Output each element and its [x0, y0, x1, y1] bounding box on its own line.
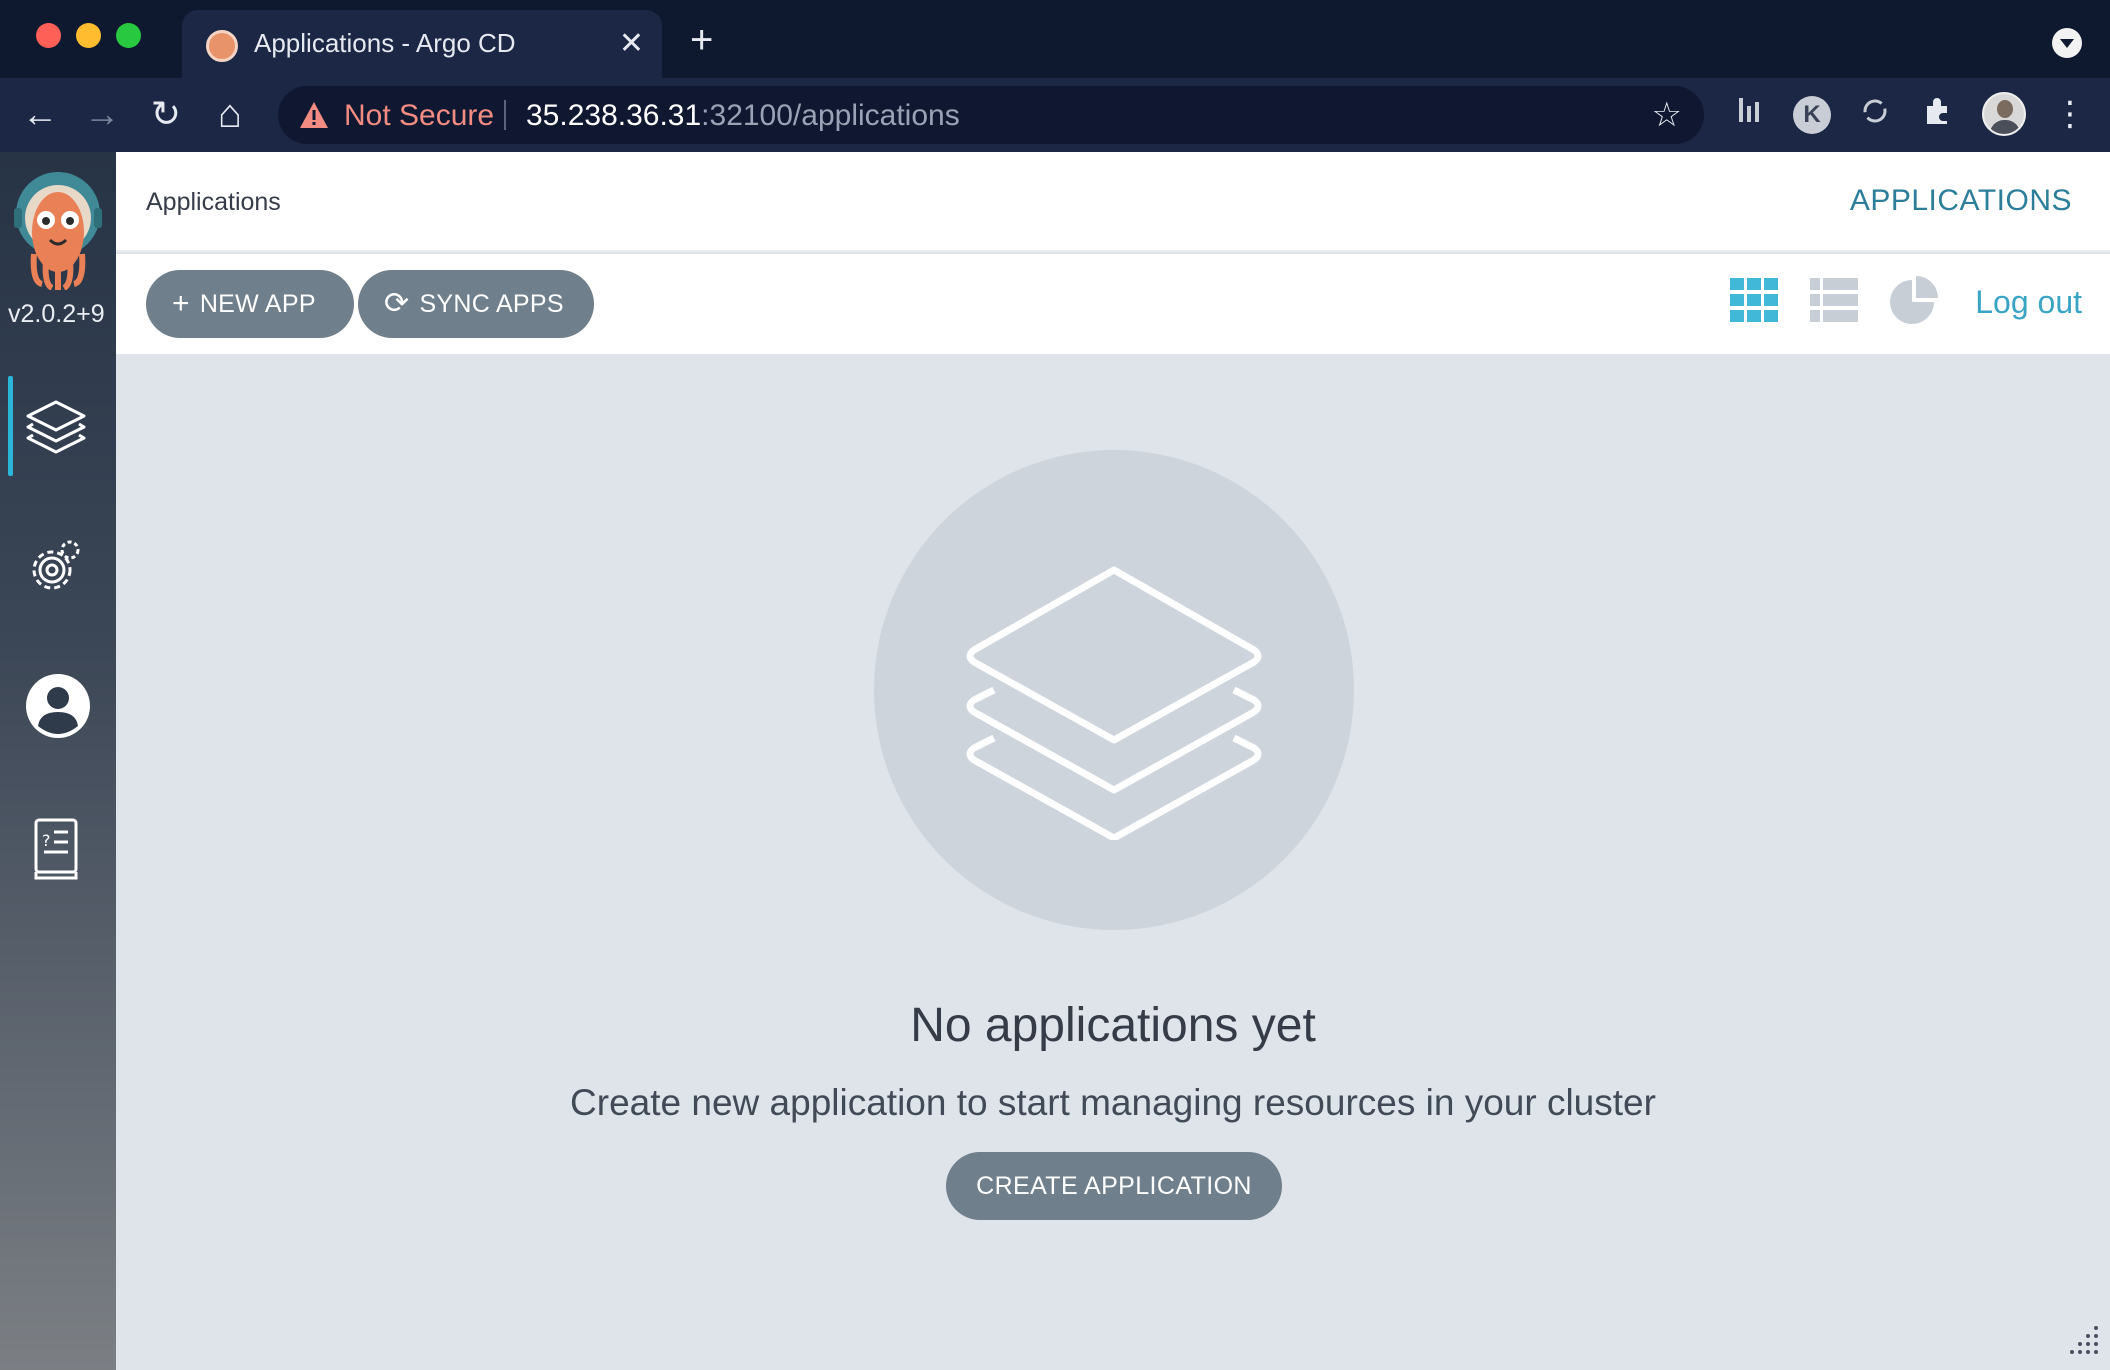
list-view-icon[interactable] [1808, 274, 1860, 326]
gear-icon [32, 540, 80, 590]
minimize-window-button[interactable] [76, 23, 101, 48]
extension-sync-icon[interactable] [1856, 96, 1894, 134]
profile-avatar-icon[interactable] [1982, 92, 2026, 136]
sidebar: v2.0.2+9 ? [0, 152, 116, 1370]
reload-icon[interactable]: ↻ [146, 94, 186, 134]
book-icon: ? [34, 818, 78, 880]
sidebar-item-applications[interactable] [0, 370, 116, 480]
sidebar-item-user-info[interactable] [0, 648, 116, 758]
layers-icon [966, 566, 1262, 840]
security-status[interactable]: Not Secure [344, 99, 494, 133]
empty-state-subtitle: Create new application to start managing… [570, 1082, 1656, 1123]
tab-search-icon[interactable] [2052, 28, 2082, 58]
sync-apps-button[interactable]: ⟳ SYNC APPS [358, 270, 594, 338]
bookmark-star-icon[interactable]: ☆ [1652, 96, 1682, 134]
resize-grip-icon[interactable] [2064, 1324, 2100, 1360]
browser-tab[interactable]: Applications - Argo CD ✕ [182, 10, 662, 78]
pie-chart-view-icon[interactable] [1888, 274, 1940, 326]
create-application-button[interactable]: CREATE APPLICATION [946, 1152, 1282, 1220]
new-tab-button[interactable]: + [690, 20, 713, 60]
url-text[interactable]: 35.238.36.31:32100/applications [526, 99, 960, 133]
breadcrumb[interactable]: Applications [146, 188, 281, 217]
close-window-button[interactable] [36, 23, 61, 48]
empty-state-illustration [874, 450, 1354, 930]
user-circle-icon [26, 674, 90, 738]
forward-icon[interactable]: → [82, 94, 122, 134]
layers-icon [26, 400, 86, 454]
tab-title: Applications - Argo CD [254, 28, 516, 58]
back-icon[interactable]: ← [20, 94, 60, 134]
maximize-window-button[interactable] [116, 23, 141, 48]
top-bar: Applications APPLICATIONS [116, 152, 2110, 252]
main-content: Applications APPLICATIONS + NEW APP ⟳ SY… [116, 152, 2110, 1370]
tab-close-icon[interactable]: ✕ [619, 26, 644, 62]
plus-icon: + [172, 287, 190, 320]
logout-link[interactable]: Log out [1975, 284, 2082, 321]
url-path: :32100/applications [701, 99, 960, 132]
tiles-view-icon[interactable] [1728, 274, 1780, 326]
new-app-button[interactable]: + NEW APP [146, 270, 354, 338]
address-separator [504, 100, 506, 130]
warning-icon [300, 102, 328, 128]
browser-toolbar: ← → ↻ ⌂ Not Secure 35.238.36.31:32100/ap… [0, 78, 2110, 152]
argo-favicon-icon [206, 30, 238, 62]
extensions-puzzle-icon[interactable] [1919, 96, 1957, 134]
sidebar-item-documentation[interactable]: ? [0, 792, 116, 902]
url-host: 35.238.36.31 [526, 99, 702, 132]
action-bar: + NEW APP ⟳ SYNC APPS Log out [116, 254, 2110, 354]
page-title: APPLICATIONS [1849, 184, 2072, 217]
home-icon[interactable]: ⌂ [210, 94, 250, 134]
svg-text:?: ? [42, 831, 51, 850]
extension-bars-icon[interactable] [1730, 96, 1768, 134]
address-bar[interactable]: Not Secure 35.238.36.31:32100/applicatio… [278, 86, 1704, 144]
new-app-label: NEW APP [199, 289, 316, 318]
empty-state-title: No applications yet [910, 999, 1316, 1052]
argo-logo-icon[interactable] [12, 172, 104, 290]
sync-icon: ⟳ [384, 287, 410, 320]
browser-menu-icon[interactable]: ⋮ [2050, 94, 2090, 134]
browser-titlebar: Applications - Argo CD ✕ + [0, 0, 2110, 78]
sidebar-item-settings[interactable] [0, 510, 116, 620]
extension-k-icon[interactable]: K [1793, 96, 1831, 134]
version-label: v2.0.2+9 [8, 300, 105, 328]
sync-apps-label: SYNC APPS [419, 289, 564, 318]
